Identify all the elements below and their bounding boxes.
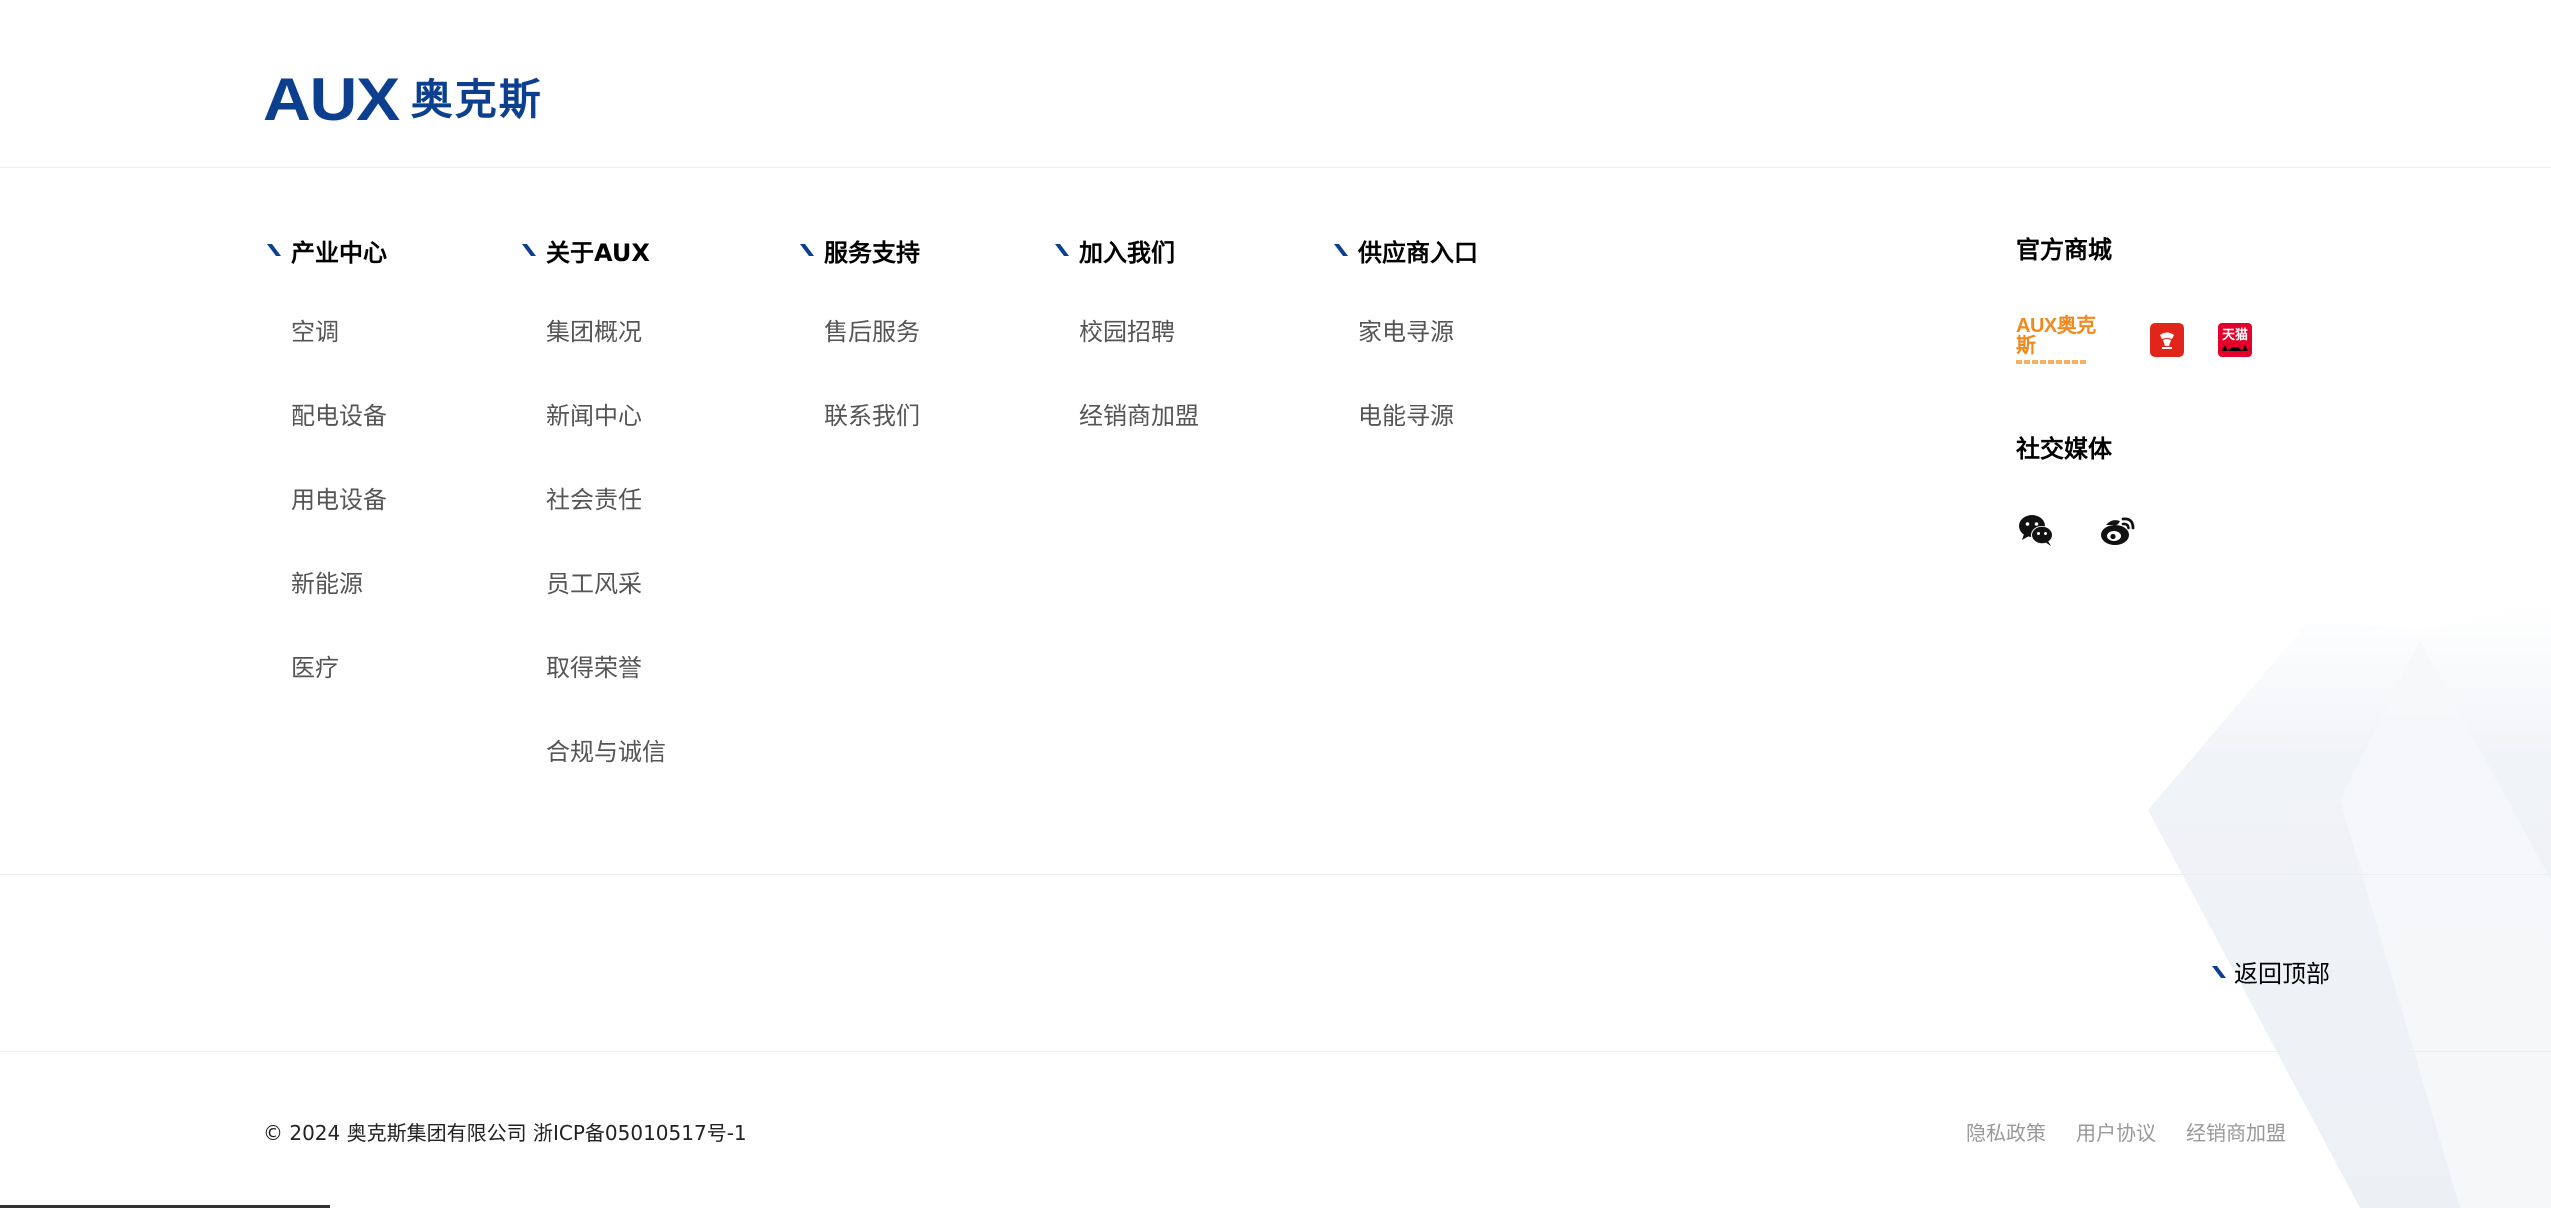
weibo-icon[interactable] <box>2098 510 2138 550</box>
tmall-store-icon[interactable]: 天猫 <box>2218 323 2252 357</box>
nav-link[interactable]: 集团概况 <box>546 314 666 398</box>
jd-store-icon[interactable] <box>2150 323 2184 357</box>
nav-column-title: 关于AUX <box>546 238 650 267</box>
nav-link[interactable]: 经销商加盟 <box>1079 398 1199 482</box>
jd-dog-icon <box>2160 332 2174 349</box>
nav-list: 售后服务 联系我们 <box>824 314 920 482</box>
back-to-top-button[interactable]: 返回顶部 <box>2212 954 2330 989</box>
nav-link[interactable]: 用电设备 <box>291 482 387 566</box>
logo-chinese-text: 奥克斯 <box>410 75 543 124</box>
nav-link[interactable]: 新闻中心 <box>546 398 666 482</box>
copyright-text: © 2024 奥克斯集团有限公司 浙ICP备05010517号-1 <box>263 1121 747 1145</box>
nav-column-about: 关于AUX 集团概况 新闻中心 社会责任 员工风采 取得荣誉 合规与诚信 <box>522 232 666 818</box>
nav-heading[interactable]: 产业中心 <box>267 232 387 268</box>
nav-link[interactable]: 取得荣誉 <box>546 650 666 734</box>
tmall-cat-ears-icon <box>2222 345 2248 351</box>
nav-heading[interactable]: 加入我们 <box>1055 232 1199 268</box>
aux-store-tagline <box>2016 360 2086 364</box>
nav-column-join: 加入我们 校园招聘 经销商加盟 <box>1055 232 1199 482</box>
nav-heading[interactable]: 关于AUX <box>522 232 666 268</box>
social-title: 社交媒体 <box>2016 435 2112 463</box>
nav-column-industry: 产业中心 空调 配电设备 用电设备 新能源 医疗 <box>267 232 387 734</box>
nav-column-supplier: 供应商入口 家电寻源 电能寻源 <box>1334 232 1478 482</box>
nav-list: 空调 配电设备 用电设备 新能源 医疗 <box>291 314 387 734</box>
slash-mark-icon <box>1055 244 1069 256</box>
section-divider <box>0 874 2551 875</box>
tmall-store-label: 天猫 <box>2221 328 2248 343</box>
footer-links: 隐私政策 用户协议 经销商加盟 <box>1966 1117 2286 1146</box>
nav-link[interactable]: 校园招聘 <box>1079 314 1199 398</box>
nav-link[interactable]: 医疗 <box>291 650 387 734</box>
user-agreement-link[interactable]: 用户协议 <box>2076 1117 2156 1146</box>
nav-link[interactable]: 合规与诚信 <box>546 734 666 818</box>
nav-link[interactable]: 售后服务 <box>824 314 920 398</box>
nav-column-service: 服务支持 售后服务 联系我们 <box>800 232 920 482</box>
nav-column-title: 产业中心 <box>291 238 387 267</box>
nav-heading[interactable]: 供应商入口 <box>1334 232 1478 268</box>
slash-mark-icon <box>1334 244 1348 256</box>
social-section: 社交媒体 <box>2016 431 2112 467</box>
nav-link[interactable]: 社会责任 <box>546 482 666 566</box>
nav-link[interactable]: 配电设备 <box>291 398 387 482</box>
aux-logo[interactable]: AUX 奥克斯 <box>263 70 543 130</box>
aux-store-logo[interactable]: AUX奥克斯 <box>2016 316 2114 364</box>
nav-link[interactable]: 新能源 <box>291 566 387 650</box>
slash-mark-icon <box>522 244 536 256</box>
privacy-policy-link[interactable]: 隐私政策 <box>1966 1117 2046 1146</box>
store-links: AUX奥克斯 天猫 <box>2016 316 2252 364</box>
nav-column-title: 服务支持 <box>824 238 920 267</box>
logo-latin-text: AUX <box>263 66 400 133</box>
nav-column-title: 加入我们 <box>1079 238 1175 267</box>
back-to-top-label: 返回顶部 <box>2234 960 2330 988</box>
dealer-join-link[interactable]: 经销商加盟 <box>2186 1117 2286 1146</box>
stores-section: 官方商城 <box>2016 232 2112 268</box>
nav-link[interactable]: 电能寻源 <box>1358 398 1478 482</box>
nav-list: 集团概况 新闻中心 社会责任 员工风采 取得荣誉 合规与诚信 <box>546 314 666 818</box>
slash-mark-icon <box>2212 965 2226 978</box>
nav-link[interactable]: 员工风采 <box>546 566 666 650</box>
nav-link[interactable]: 空调 <box>291 314 387 398</box>
nav-heading[interactable]: 服务支持 <box>800 232 920 268</box>
slash-mark-icon <box>267 244 281 256</box>
footer-divider <box>0 1051 2551 1052</box>
aux-store-label: AUX奥克斯 <box>2016 315 2096 357</box>
nav-list: 校园招聘 经销商加盟 <box>1079 314 1199 482</box>
nav-link[interactable]: 家电寻源 <box>1358 314 1478 398</box>
nav-column-title: 供应商入口 <box>1358 238 1478 267</box>
stores-title: 官方商城 <box>2016 236 2112 264</box>
social-links <box>2016 510 2138 550</box>
nav-link[interactable]: 联系我们 <box>824 398 920 482</box>
header-divider <box>0 167 2551 168</box>
slash-mark-icon <box>800 244 814 256</box>
wechat-icon[interactable] <box>2016 510 2056 550</box>
nav-list: 家电寻源 电能寻源 <box>1358 314 1478 482</box>
